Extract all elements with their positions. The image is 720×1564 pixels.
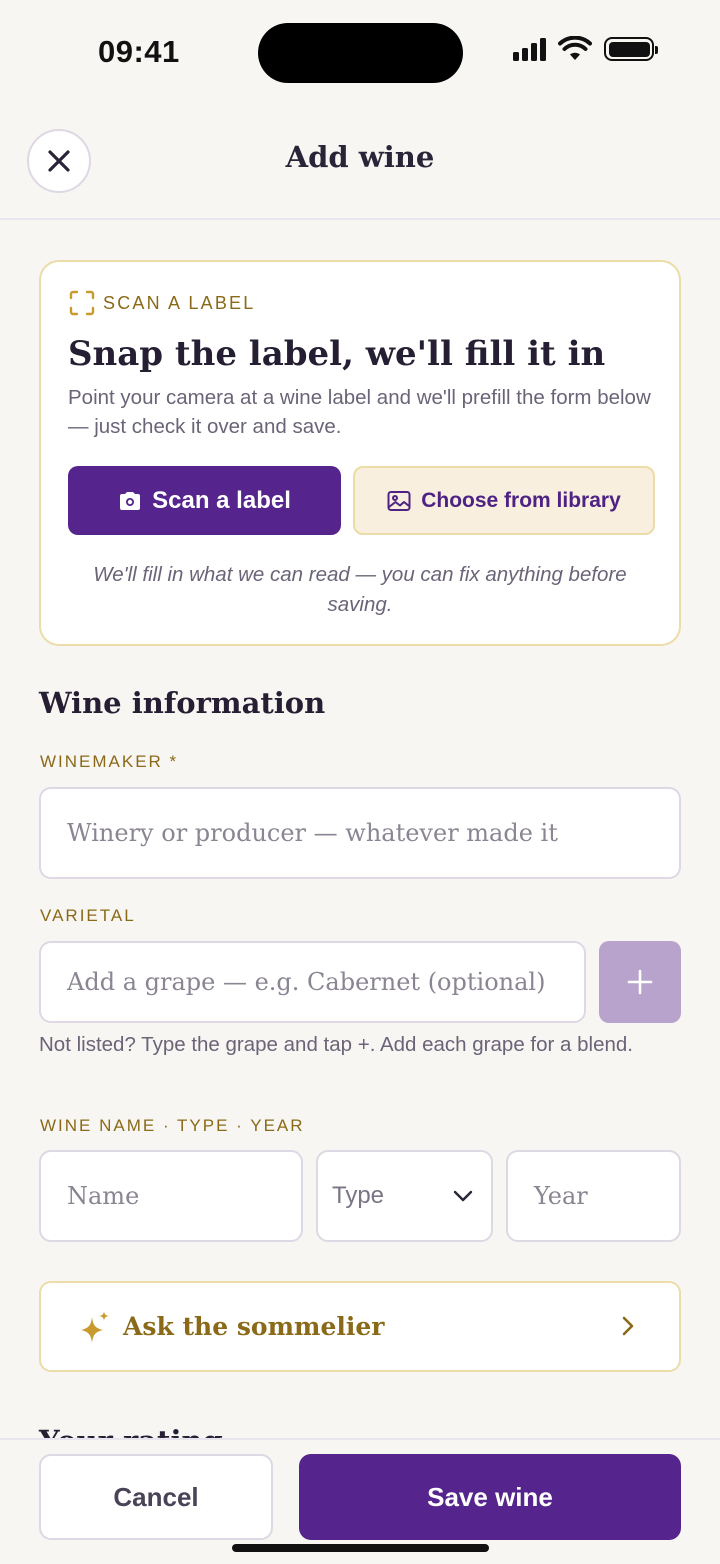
- scan-description: Point your camera at a wine label and we…: [68, 386, 651, 438]
- scan-label-button-text: Scan a label: [152, 486, 291, 514]
- cellular-signal-icon: [513, 37, 546, 61]
- winemaker-placeholder: Winery or producer — whatever made it: [67, 819, 558, 847]
- scan-label-button[interactable]: Scan a label: [68, 466, 341, 535]
- cancel-button[interactable]: Cancel: [39, 1454, 273, 1540]
- varietal-placeholder: Add a grape — e.g. Cabernet (optional): [67, 968, 546, 996]
- wine-type-value: Type: [332, 1182, 385, 1209]
- choose-from-library-text: Choose from library: [421, 488, 621, 512]
- name-type-year-label: WINE NAME · TYPE · YEAR: [40, 1116, 305, 1135]
- winemaker-label: WINEMAKER *: [40, 752, 179, 771]
- battery-icon: [604, 37, 658, 61]
- save-wine-button[interactable]: Save wine: [299, 1454, 681, 1540]
- wine-year-input[interactable]: Year: [506, 1150, 681, 1242]
- scan-frame-icon: [69, 290, 95, 316]
- add-grape-button[interactable]: [599, 941, 681, 1023]
- sparkle-icon: [81, 1310, 109, 1343]
- wine-name-placeholder: Name: [67, 1182, 140, 1210]
- ask-sommelier-button[interactable]: Ask the sommelier: [39, 1281, 681, 1372]
- chevron-right-icon: [622, 1316, 634, 1336]
- chevron-down-icon: [453, 1190, 473, 1202]
- dynamic-island: [258, 23, 463, 83]
- footer-actions: Cancel Save wine: [0, 1438, 720, 1564]
- choose-from-library-button[interactable]: Choose from library: [353, 466, 655, 535]
- winemaker-input[interactable]: Winery or producer — whatever made it: [39, 787, 681, 879]
- scan-label-card: SCAN A LABEL Snap the label, we'll fill …: [39, 260, 681, 646]
- nav-header: Add wine: [0, 104, 720, 220]
- ask-sommelier-label: Ask the sommelier: [123, 1312, 385, 1341]
- image-icon: [387, 490, 411, 511]
- camera-icon: [120, 491, 141, 510]
- varietal-label: VARIETAL: [40, 906, 136, 925]
- varietal-hint: Not listed? Type the grape and tap +. Ad…: [39, 1033, 633, 1056]
- wine-year-placeholder: Year: [534, 1182, 588, 1210]
- scan-eyebrow-label: SCAN A LABEL: [103, 292, 256, 313]
- scan-heading: Snap the label, we'll fill it in: [68, 334, 606, 374]
- wine-name-input[interactable]: Name: [39, 1150, 303, 1242]
- plus-icon: [627, 969, 653, 995]
- status-bar: 09:41: [0, 0, 720, 104]
- scan-note: We'll fill in what we can read — you can…: [93, 563, 627, 616]
- varietal-input[interactable]: Add a grape — e.g. Cabernet (optional): [39, 941, 586, 1023]
- wine-type-select[interactable]: Type: [316, 1150, 493, 1242]
- scan-eyebrow: SCAN A LABEL: [69, 290, 255, 316]
- page-title: Add wine: [285, 140, 435, 174]
- wifi-icon: [558, 36, 592, 60]
- status-icons: [513, 36, 658, 62]
- home-indicator: [232, 1544, 489, 1552]
- section-title-wine-information: Wine information: [39, 686, 326, 720]
- status-time: 09:41: [98, 34, 180, 69]
